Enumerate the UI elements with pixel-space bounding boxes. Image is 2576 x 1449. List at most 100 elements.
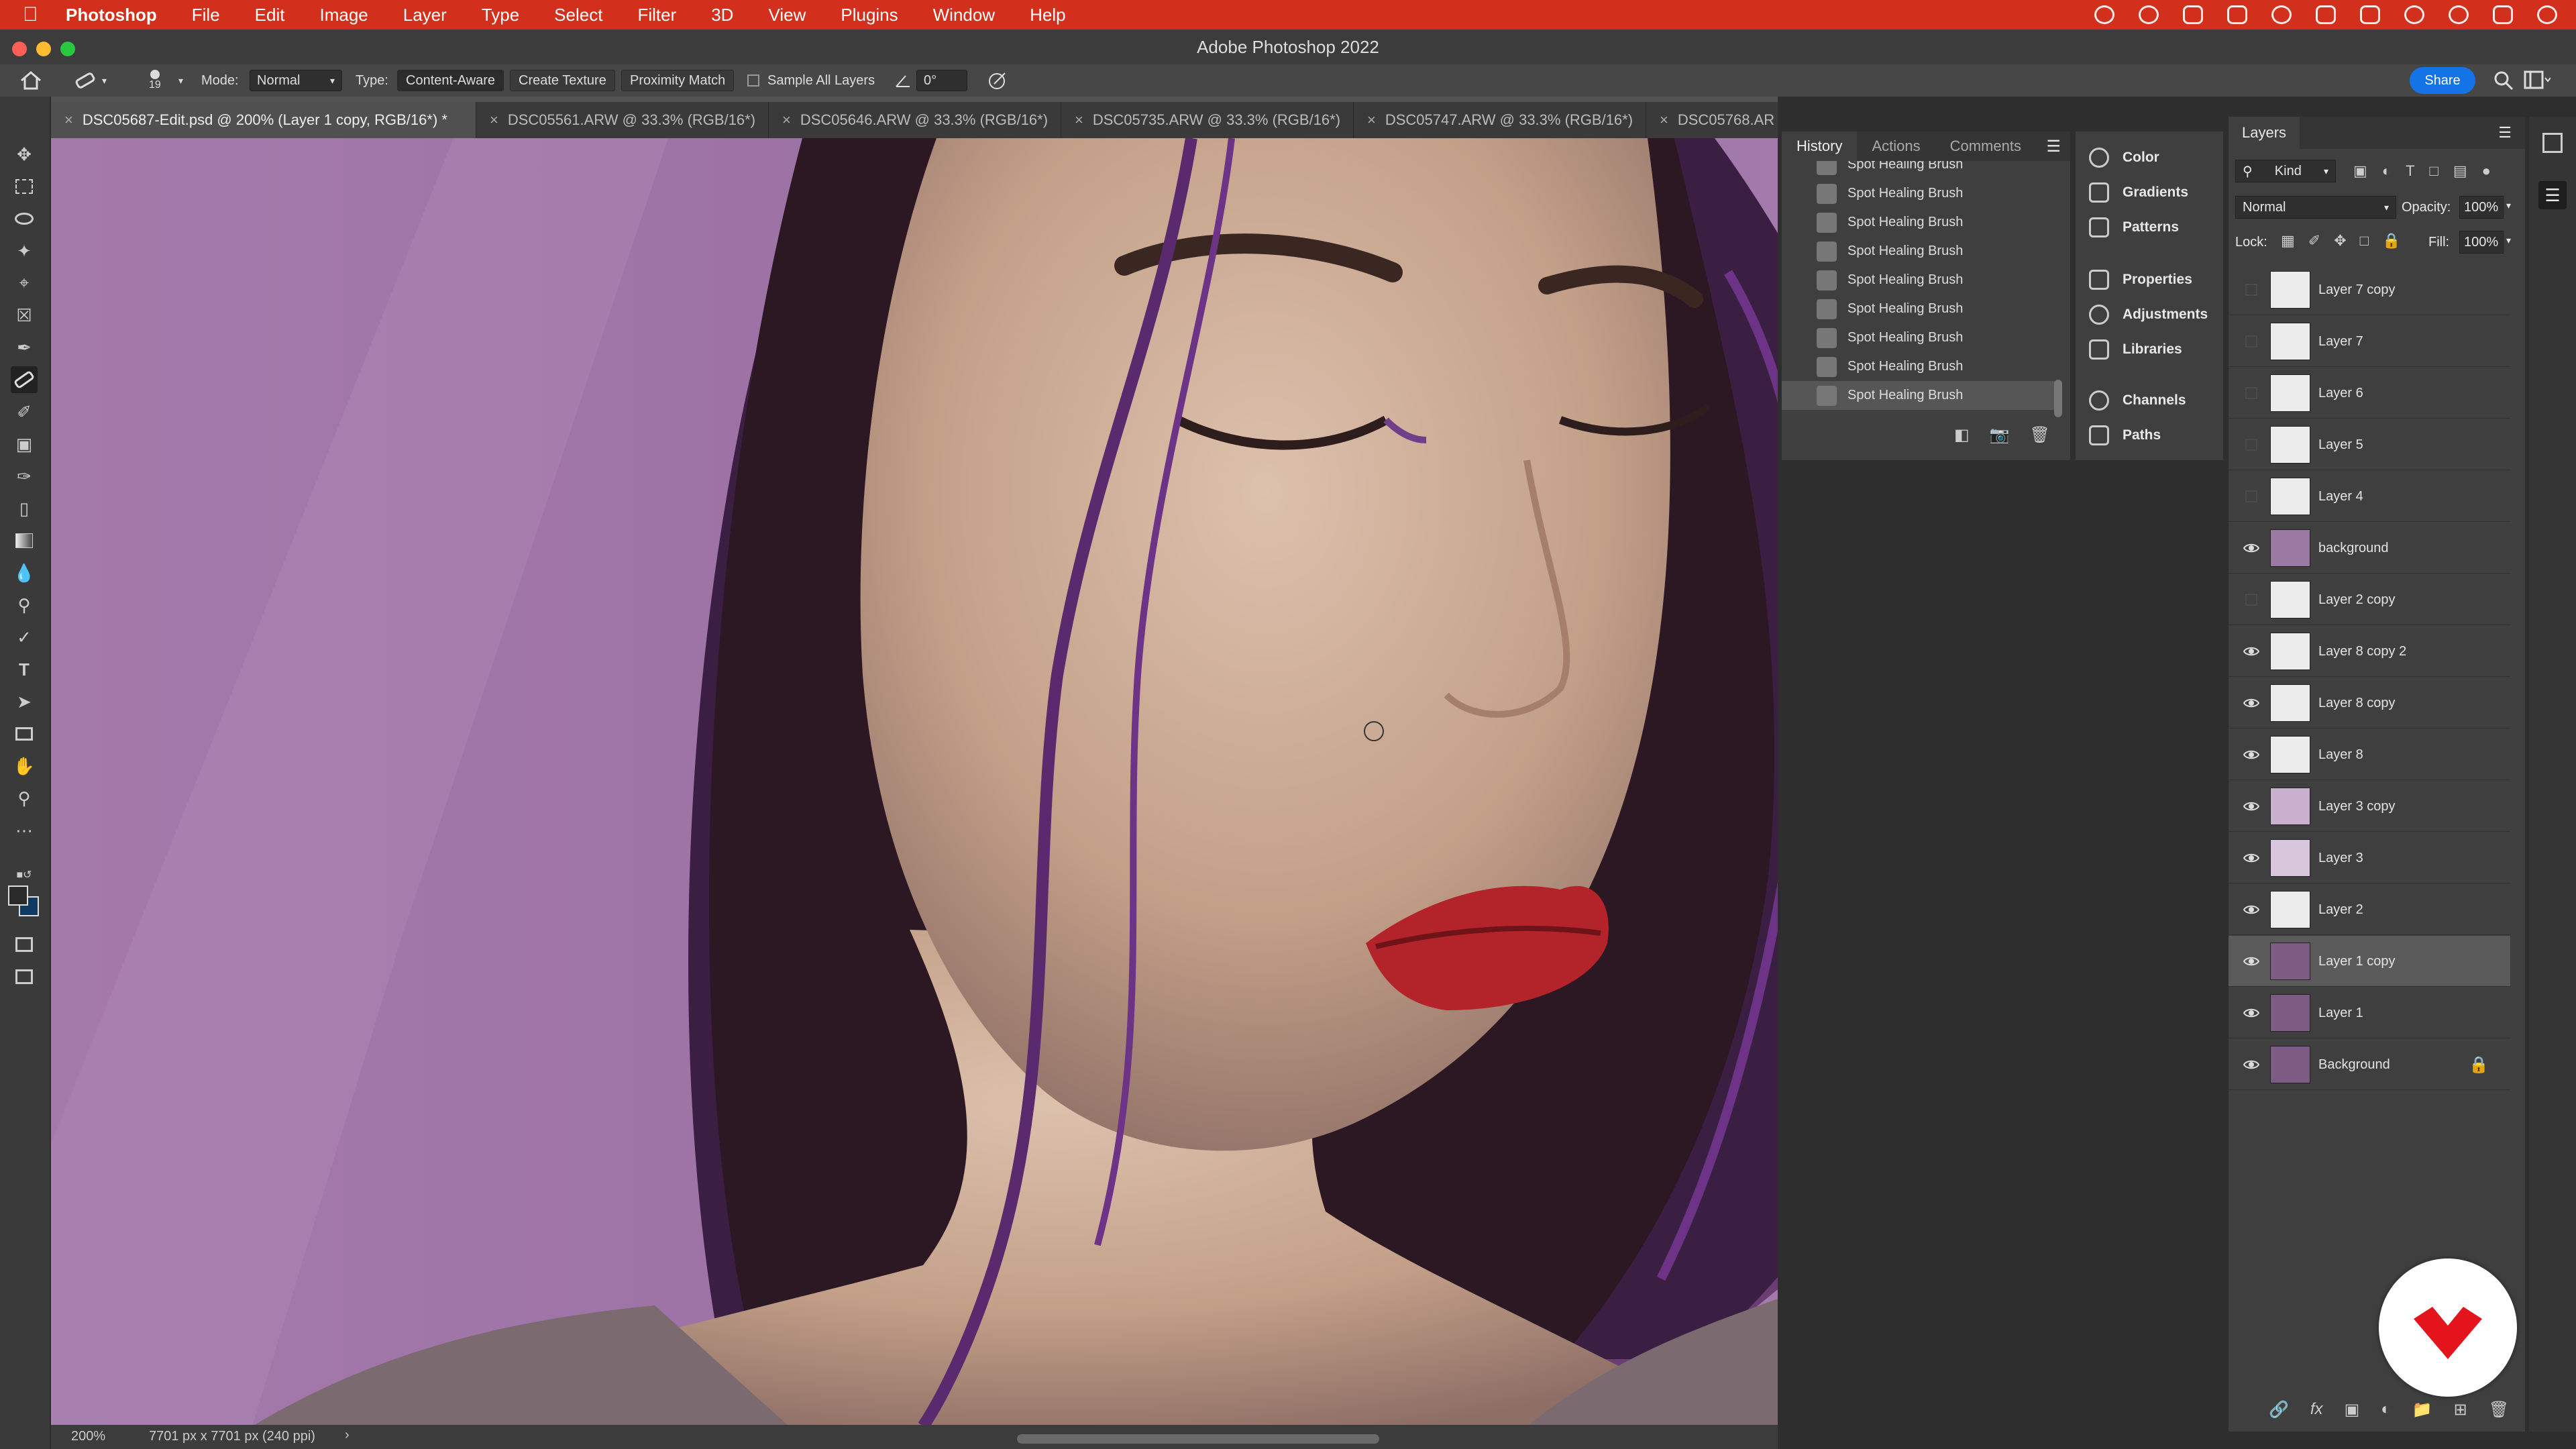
apple-icon[interactable]:  [23,3,50,26]
menu-filter[interactable]: Filter [637,5,676,25]
move-tool-icon[interactable]: ✥ [11,141,38,168]
new-adjustment-layer-icon[interactable]: ◐ [2381,1400,2391,1419]
close-icon[interactable]: × [1660,111,1668,129]
dodge-tool-icon[interactable]: ⚲ [11,592,38,619]
eye-icon[interactable] [2243,695,2260,711]
tab-document-5[interactable]: × DSC05747.ARW @ 33.3% (RGB/16*) [1354,102,1646,138]
panel-menu-icon[interactable]: ☰ [2046,137,2061,156]
menu-file[interactable]: File [192,5,220,25]
spot-healing-tool-icon[interactable] [11,366,38,393]
filter-smart-object-icon[interactable]: ▤ [2453,162,2467,180]
link-layers-icon[interactable]: 🔗 [2269,1400,2289,1419]
eye-icon[interactable] [2243,798,2260,814]
eraser-tool-icon[interactable]: ▯ [11,495,38,522]
mode-select[interactable]: Normal ▾ [250,70,342,91]
path-selection-tool-icon[interactable]: ➤ [11,688,38,715]
menu-select[interactable]: Select [554,5,602,25]
menu-layer[interactable]: Layer [403,5,447,25]
lasso-tool-icon[interactable] [11,205,38,232]
brush-picker-chevron-icon[interactable]: ▾ [178,70,183,91]
layer-row[interactable]: Layer 7 [2229,316,2510,367]
eyedropper-tool-icon[interactable]: ✒ [11,334,38,361]
history-item-current[interactable]: Spot Healing Brush [1782,381,2057,410]
history-item[interactable]: Spot Healing Brush [1782,208,2057,237]
new-document-from-state-icon[interactable]: ◧ [1954,425,1970,445]
filter-type-icon[interactable]: T [2406,162,2414,180]
blend-mode-select[interactable]: Normal ▾ [2235,196,2396,219]
magic-wand-tool-icon[interactable]: ✦ [11,237,38,264]
foreground-color-swatch[interactable] [8,885,28,906]
eye-icon[interactable] [2243,643,2260,659]
opacity-chevron-icon[interactable]: ▾ [2506,200,2511,211]
layer-style-fx-icon[interactable]: fx [2310,1400,2323,1419]
sync-icon[interactable] [2139,5,2159,24]
eye-icon[interactable] [2243,540,2260,556]
close-icon[interactable]: × [1367,111,1376,129]
panel-patterns[interactable]: Patterns [2089,217,2179,237]
search-icon[interactable] [2493,70,2514,95]
type-tool-icon[interactable]: T [11,656,38,683]
angle-input[interactable]: 0° [916,70,967,91]
visibility-toggle-off[interactable] [2243,437,2259,453]
keyboard-input-icon[interactable] [2360,5,2380,24]
blur-tool-icon[interactable]: 💧 [11,559,38,586]
share-button[interactable]: Share [2410,67,2475,94]
libraries-grid-icon[interactable] [2542,133,2563,153]
layer-row[interactable]: Layer 8 [2229,729,2510,780]
spot-healing-brush-icon[interactable]: ▾ [74,70,107,91]
fill-chevron-icon[interactable]: ▾ [2506,235,2511,246]
menu-image[interactable]: Image [319,5,368,25]
layer-row[interactable]: Layer 3 [2229,833,2510,883]
layer-row[interactable]: Layer 6 [2229,368,2510,419]
close-icon[interactable]: × [782,111,791,129]
new-group-folder-icon[interactable]: 📁 [2412,1400,2432,1419]
window-zoom-button[interactable] [60,42,75,56]
menu-window[interactable]: Window [933,5,995,25]
fill-input[interactable]: 100% [2459,231,2504,254]
status-menu-arrow-icon[interactable]: › [345,1428,350,1443]
tab-history[interactable]: History [1782,131,1858,161]
close-icon[interactable]: × [1075,111,1083,129]
horizontal-scrollbar[interactable] [1017,1434,1379,1444]
eye-icon[interactable] [2243,1057,2260,1073]
menu-edit[interactable]: Edit [255,5,285,25]
window-minimize-button[interactable] [36,42,51,56]
pressure-size-icon[interactable] [987,70,1009,91]
new-layer-icon[interactable]: ⊞ [2454,1400,2467,1419]
tab-document-3[interactable]: × DSC05646.ARW @ 33.3% (RGB/16*) [769,102,1061,138]
menu-type[interactable]: Type [482,5,519,25]
home-icon[interactable] [20,70,42,91]
layer-row-selected[interactable]: Layer 1 copy [2229,936,2510,987]
layer-row[interactable]: Layer 3 copy [2229,781,2510,832]
tool-preset-chevron-icon[interactable]: ▾ [102,75,107,87]
visibility-toggle-off[interactable] [2243,488,2259,504]
layer-row[interactable]: Background 🔒 [2229,1039,2510,1090]
history-item[interactable]: Spot Healing Brush [1782,237,2057,266]
zoom-tool-icon[interactable]: ⚲ [11,785,38,812]
layers-stack-icon[interactable]: ☰ [2538,181,2567,209]
tab-document-2[interactable]: × DSC05561.ARW @ 33.3% (RGB/16*) [476,102,769,138]
eye-icon[interactable] [2243,953,2260,969]
crop-tool-icon[interactable]: ⌖ [11,270,38,297]
close-icon[interactable]: × [64,111,73,129]
panel-properties[interactable]: Properties [2089,270,2192,290]
brush-tool-icon[interactable]: ✐ [11,398,38,425]
close-icon[interactable]: × [490,111,498,129]
workspace-icon[interactable] [2524,70,2551,93]
notification-icon[interactable] [2537,5,2557,24]
gradient-tool-icon[interactable] [11,527,38,554]
pen-tool-icon[interactable]: ✓ [11,624,38,651]
panel-channels[interactable]: Channels [2089,390,2186,411]
panel-menu-icon[interactable]: ☰ [2498,124,2512,142]
wifi-icon[interactable] [2404,5,2424,24]
zoom-level[interactable]: 200% [71,1429,105,1444]
brush-size-picker[interactable]: 19 [149,70,161,91]
history-item[interactable]: Spot Healing Brush [1782,179,2057,208]
home-icon[interactable] [2316,5,2336,24]
spotlight-search-icon[interactable] [2449,5,2469,24]
history-item[interactable]: Spot Healing Brush [1782,323,2057,352]
lock-transparent-icon[interactable]: ▦ [2281,232,2295,250]
filter-shape-icon[interactable]: □ [2430,162,2438,180]
panel-gradients[interactable]: Gradients [2089,182,2188,203]
panel-color[interactable]: Color [2089,148,2159,168]
